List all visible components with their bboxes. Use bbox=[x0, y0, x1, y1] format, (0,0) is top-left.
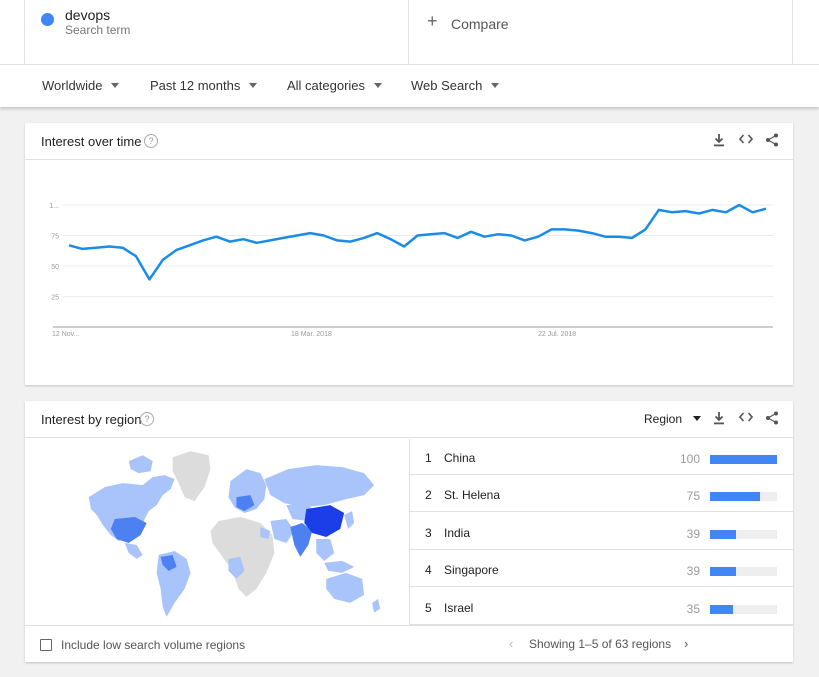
map-russia[interactable] bbox=[264, 465, 375, 508]
map-central-america[interactable] bbox=[124, 542, 143, 559]
region-view-dropdown[interactable]: Region bbox=[644, 412, 702, 426]
region-bar bbox=[710, 604, 734, 614]
region-bar-track bbox=[710, 567, 777, 577]
x-tick-label: 22 Jul. 2018 bbox=[538, 331, 576, 338]
region-view-label: Region bbox=[644, 412, 683, 426]
help-icon[interactable]: ? bbox=[140, 412, 154, 426]
chevron-down-icon bbox=[111, 83, 120, 88]
region-rank: 5 bbox=[425, 600, 432, 615]
embed-icon[interactable] bbox=[738, 133, 754, 149]
region-name: Singapore bbox=[444, 563, 499, 578]
chevron-down-icon bbox=[491, 83, 500, 88]
pagination-text: Showing 1–5 of 63 regions bbox=[529, 637, 672, 651]
include-low-volume-checkbox[interactable] bbox=[40, 639, 52, 651]
compare-label: Compare bbox=[451, 16, 509, 32]
x-tick-label: 12 Nov... bbox=[52, 331, 80, 338]
category-filter-label: All categories bbox=[287, 78, 366, 93]
time-filter-label: Past 12 months bbox=[150, 78, 241, 93]
world-map[interactable] bbox=[25, 439, 410, 625]
region-rank: 3 bbox=[425, 525, 432, 540]
term-color-dot bbox=[41, 13, 54, 26]
region-name: India bbox=[444, 525, 471, 540]
map-southeast-asia[interactable] bbox=[316, 538, 335, 561]
region-bar bbox=[710, 492, 761, 502]
location-filter[interactable]: Worldwide bbox=[42, 78, 120, 93]
region-bar-track bbox=[710, 455, 777, 464]
region-bar-track bbox=[710, 529, 777, 539]
interest-over-time-card: Interest over time ? 1... 75 50 25 12 Nov...… bbox=[25, 123, 793, 385]
chevron-down-icon bbox=[374, 83, 383, 88]
include-low-volume-label: Include low search volume regions bbox=[61, 638, 246, 652]
previous-page-icon[interactable]: ‹ bbox=[509, 636, 513, 651]
search-type-filter[interactable]: Web Search bbox=[411, 78, 500, 93]
interest-over-time-chart: 1... 75 50 25 12 Nov... 18 Mar. 2018 22 Jul. 2… bbox=[49, 203, 773, 338]
map-usa[interactable] bbox=[110, 517, 147, 543]
download-icon[interactable] bbox=[711, 411, 727, 427]
map-new-zealand[interactable] bbox=[372, 598, 381, 613]
map-indonesia[interactable] bbox=[324, 560, 355, 573]
region-value: 100 bbox=[679, 452, 700, 466]
map-middle-east[interactable] bbox=[270, 519, 295, 543]
search-type-filter-label: Web Search bbox=[411, 78, 483, 93]
time-filter[interactable]: Past 12 months bbox=[150, 78, 258, 93]
chevron-down-icon bbox=[693, 416, 702, 421]
search-term-bar: devops Search term + Compare bbox=[0, 0, 819, 64]
region-row[interactable]: 3 India 39 bbox=[410, 513, 793, 550]
y-tick-label: 50 bbox=[51, 264, 59, 271]
region-bar-track bbox=[710, 492, 777, 502]
region-name: Israel bbox=[444, 600, 474, 615]
search-term-name[interactable]: devops bbox=[65, 7, 110, 23]
filter-bar: Worldwide Past 12 months All categories … bbox=[0, 64, 819, 107]
help-icon[interactable]: ? bbox=[144, 134, 158, 148]
region-row[interactable]: 4 Singapore 39 bbox=[410, 550, 793, 588]
map-japan[interactable] bbox=[344, 511, 355, 530]
search-term-card[interactable]: devops Search term bbox=[24, 0, 409, 64]
card-title: Interest by region bbox=[41, 412, 142, 427]
region-value: 35 bbox=[686, 601, 700, 616]
search-term-type: Search term bbox=[65, 23, 131, 37]
compare-button[interactable]: + Compare bbox=[409, 0, 793, 64]
region-row[interactable]: 2 St. Helena 75 bbox=[410, 475, 793, 513]
region-rank: 1 bbox=[425, 451, 432, 465]
map-greenland[interactable] bbox=[172, 451, 211, 502]
region-row[interactable]: 5 Israel 35 bbox=[410, 588, 793, 625]
region-name: China bbox=[444, 451, 476, 465]
y-tick-label: 75 bbox=[51, 234, 59, 241]
region-name: St. Helena bbox=[444, 488, 501, 503]
embed-icon[interactable] bbox=[738, 411, 754, 427]
map-canada-north[interactable] bbox=[128, 455, 153, 474]
region-value: 39 bbox=[686, 564, 700, 579]
y-tick-label: 1... bbox=[49, 203, 59, 210]
x-tick-label: 18 Mar. 2018 bbox=[291, 331, 332, 338]
share-icon[interactable] bbox=[764, 411, 780, 427]
region-bar-track bbox=[710, 604, 777, 614]
card-title: Interest over time bbox=[41, 134, 142, 149]
card-header: Interest by region ? Region bbox=[25, 401, 793, 438]
chevron-down-icon bbox=[249, 83, 258, 88]
location-filter-label: Worldwide bbox=[42, 78, 103, 93]
plus-icon: + bbox=[427, 11, 438, 31]
region-bar bbox=[710, 567, 737, 577]
download-icon[interactable] bbox=[711, 133, 727, 149]
category-filter[interactable]: All categories bbox=[287, 78, 383, 93]
region-bar bbox=[710, 455, 777, 464]
map-australia[interactable] bbox=[326, 572, 365, 603]
card-header: Interest over time ? bbox=[25, 123, 793, 160]
region-card-footer: Include low search volume regions ‹ Show… bbox=[25, 625, 793, 662]
y-tick-label: 25 bbox=[51, 295, 59, 302]
region-bar bbox=[710, 529, 737, 539]
interest-by-region-card: Interest by region ? Region 1 China 100 … bbox=[25, 401, 793, 662]
share-icon[interactable] bbox=[764, 133, 780, 149]
region-value: 75 bbox=[686, 489, 700, 504]
region-value: 39 bbox=[686, 526, 700, 541]
region-rank: 2 bbox=[425, 488, 432, 503]
region-rank: 4 bbox=[425, 563, 432, 578]
interest-line[interactable] bbox=[68, 203, 767, 281]
region-row[interactable]: 1 China 100 bbox=[410, 438, 793, 475]
next-page-icon[interactable]: › bbox=[684, 636, 688, 651]
